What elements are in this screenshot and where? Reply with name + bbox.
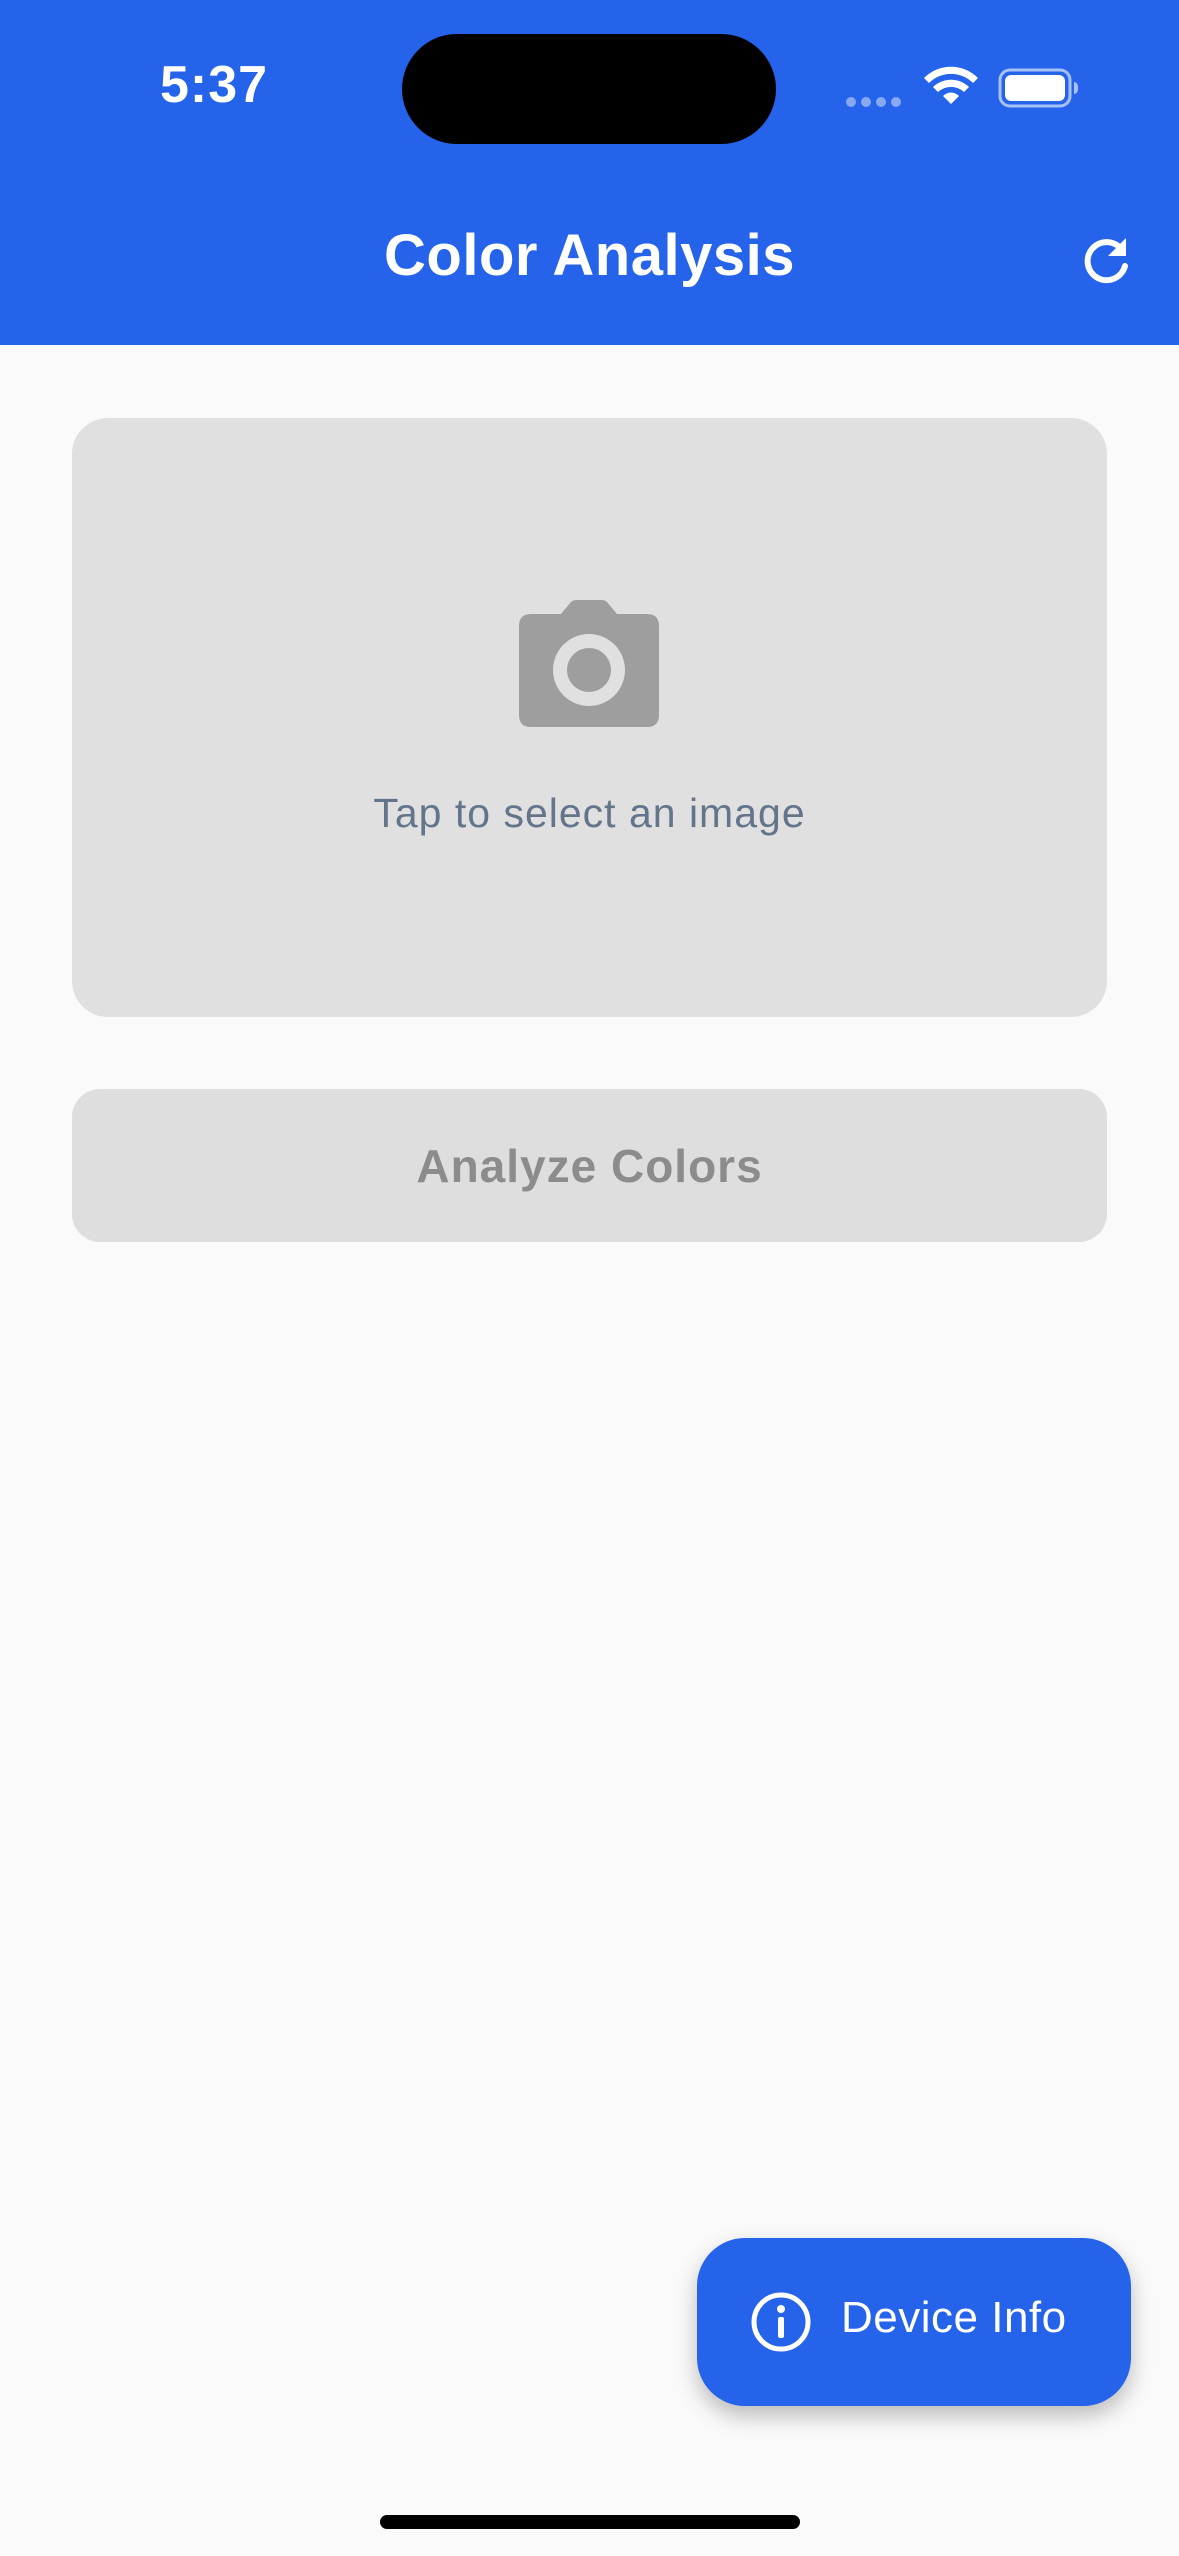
home-indicator[interactable] — [380, 2515, 800, 2529]
info-icon — [751, 2292, 811, 2352]
wifi-icon — [924, 66, 978, 104]
battery-icon — [998, 68, 1078, 108]
device-info-button[interactable]: Device Info — [697, 2238, 1131, 2406]
status-time: 5:37 — [160, 56, 269, 114]
refresh-icon[interactable] — [1076, 232, 1136, 292]
app-header: 5:37 Color Analysis — [0, 0, 1179, 345]
app-screen: 5:37 Color Analysis Tap to select an ima… — [0, 0, 1179, 2556]
dynamic-island — [402, 34, 776, 144]
camera-icon — [519, 600, 659, 727]
cellular-signal-icon — [846, 97, 906, 109]
image-picker-prompt: Tap to select an image — [373, 790, 806, 836]
device-info-label: Device Info — [841, 2293, 1067, 2342]
image-picker[interactable]: Tap to select an image — [72, 418, 1107, 1017]
analyze-colors-button[interactable]: Analyze Colors — [72, 1089, 1107, 1242]
page-title: Color Analysis — [384, 223, 795, 288]
